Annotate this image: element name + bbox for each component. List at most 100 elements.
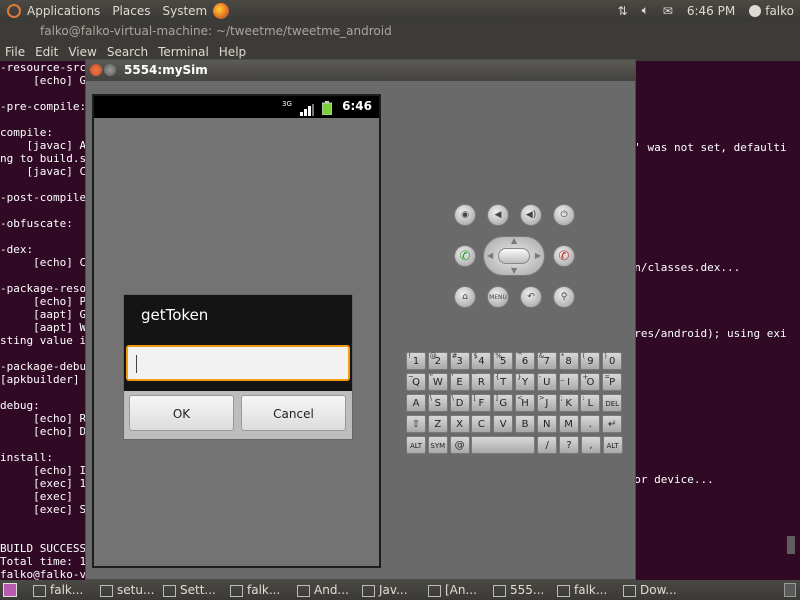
show-desktop-icon[interactable] (3, 583, 17, 597)
key-1-1[interactable]: " W (427, 373, 448, 391)
camera-icon[interactable]: ◉ (454, 204, 476, 226)
key-2-9[interactable]: DEL (602, 394, 623, 412)
ubuntu-logo-icon[interactable] (7, 3, 21, 18)
search-menu[interactable]: Search (102, 45, 153, 59)
key-2-6[interactable]: > J (536, 394, 557, 412)
taskbar-item[interactable]: falk... (230, 582, 280, 599)
mail-icon[interactable]: ✉ (663, 4, 673, 18)
key-1-3[interactable]: ` R (471, 373, 492, 391)
home-icon[interactable]: ⌂ (454, 286, 476, 308)
dpad-down-icon[interactable]: ▼ (511, 266, 517, 275)
key-4-1[interactable]: SYM (427, 436, 448, 454)
applications-menu[interactable]: Applications (21, 4, 106, 18)
search-icon[interactable]: ⚲ (553, 286, 575, 308)
taskbar-item[interactable]: [An... (428, 582, 477, 599)
key-3-7[interactable]: M (558, 415, 579, 433)
key-0-5[interactable]: ^ 6 (515, 352, 535, 370)
space-key[interactable] (471, 436, 536, 454)
close-button[interactable] (90, 64, 102, 76)
key-3-8[interactable]: . (580, 415, 601, 433)
key-4-2[interactable]: @ (449, 436, 470, 454)
file-menu[interactable]: File (0, 45, 30, 59)
key-0-8[interactable]: (9 (580, 352, 601, 370)
key-0-9[interactable]: ) 0 (602, 352, 623, 370)
key-1-2[interactable]: ' E (449, 373, 470, 391)
key-3-0[interactable]: ⇧ (406, 415, 426, 433)
dpad[interactable]: ▲ ▼ ◀ ▶ (483, 236, 545, 276)
volume-down-icon[interactable]: ◀ (487, 204, 509, 226)
terminal-menu[interactable]: Terminal (153, 45, 214, 59)
key-2-1[interactable]: \ S (427, 394, 448, 412)
taskbar-item[interactable]: Jav... (362, 582, 408, 599)
volume-up-icon[interactable]: ◀) (520, 204, 542, 226)
firefox-icon[interactable] (213, 2, 230, 19)
minimize-button[interactable] (104, 64, 116, 76)
taskbar-item[interactable]: falk... (33, 582, 83, 599)
key-3-1[interactable]: Z (427, 415, 448, 433)
key-2-5[interactable]: < H (515, 394, 535, 412)
taskbar-item[interactable]: And... (297, 582, 349, 599)
key-2-2[interactable]: \ D (449, 394, 470, 412)
key-1-5[interactable]: } Y (515, 373, 535, 391)
user-menu[interactable]: falko (749, 4, 794, 18)
android-screen[interactable]: getToken OK Cancel (94, 118, 379, 566)
key-4-4[interactable]: / (537, 436, 558, 454)
key-0-1[interactable]: @2 (427, 352, 448, 370)
key-2-0[interactable]: A (406, 394, 426, 412)
key-3-3[interactable]: C (471, 415, 492, 433)
key-4-5[interactable]: ? (559, 436, 579, 454)
key-3-2[interactable]: X (449, 415, 470, 433)
trash-icon[interactable] (784, 583, 796, 597)
key-1-9[interactable]: = P (602, 373, 623, 391)
edit-menu[interactable]: Edit (30, 45, 63, 59)
taskbar-item[interactable]: Dow... (623, 582, 677, 599)
ok-button[interactable]: OK (129, 395, 234, 431)
taskbar-item[interactable]: Sett... (163, 582, 216, 599)
network-arrows-icon[interactable]: ⇅ (618, 4, 628, 18)
power-icon[interactable]: ⏻ (553, 204, 575, 226)
key-3-9[interactable]: ↵ (602, 415, 623, 433)
end-call-icon[interactable]: ✆ (553, 245, 575, 267)
key-2-3[interactable]: [F (471, 394, 492, 412)
clock[interactable]: 6:46 PM (687, 4, 735, 18)
dpad-center-button[interactable] (498, 248, 530, 264)
view-menu[interactable]: View (63, 45, 101, 59)
key-0-7[interactable]: * 8 (558, 352, 579, 370)
dpad-left-icon[interactable]: ◀ (487, 251, 493, 260)
volume-icon[interactable]: 🔈︎ (642, 3, 649, 18)
key-2-8[interactable]: :L (580, 394, 601, 412)
key-2-7[interactable]: ; K (558, 394, 579, 412)
taskbar-item[interactable]: 555... (493, 582, 544, 599)
key-1-6[interactable]: -U (536, 373, 557, 391)
key-1-4[interactable]: {T (493, 373, 514, 391)
key-4-7[interactable]: ALT (602, 436, 623, 454)
token-input[interactable] (126, 345, 350, 381)
taskbar-item[interactable]: setu... (100, 582, 154, 599)
back-icon[interactable]: ↶ (520, 286, 542, 308)
key-0-0[interactable]: ! 1 (406, 352, 426, 370)
key-4-6[interactable]: , (580, 436, 601, 454)
key-3-5[interactable]: B (515, 415, 535, 433)
key-4-0[interactable]: ALT (406, 436, 426, 454)
key-0-6[interactable]: & 7 (536, 352, 557, 370)
key-3-4[interactable]: V (493, 415, 514, 433)
call-icon[interactable]: ✆ (454, 245, 476, 267)
key-1-7[interactable]: _ I (558, 373, 579, 391)
key-0-2[interactable]: #3 (449, 352, 470, 370)
key-1-8[interactable]: + O (580, 373, 601, 391)
menu-button[interactable]: MENU (487, 286, 509, 308)
key-1-0[interactable]: ~ Q (406, 373, 426, 391)
key-3-6[interactable]: N (536, 415, 557, 433)
cancel-button[interactable]: Cancel (241, 395, 346, 431)
help-menu[interactable]: Help (214, 45, 251, 59)
places-menu[interactable]: Places (106, 4, 156, 18)
dpad-up-icon[interactable]: ▲ (511, 236, 517, 245)
key-label: L (587, 398, 594, 409)
system-menu[interactable]: System (156, 4, 213, 18)
dpad-right-icon[interactable]: ▶ (535, 251, 541, 260)
taskbar-item[interactable]: falk... (557, 582, 607, 599)
key-2-4[interactable]: ] G (493, 394, 514, 412)
terminal-scrollbar[interactable] (787, 536, 795, 554)
key-0-3[interactable]: $4 (471, 352, 492, 370)
key-0-4[interactable]: % 5 (493, 352, 514, 370)
